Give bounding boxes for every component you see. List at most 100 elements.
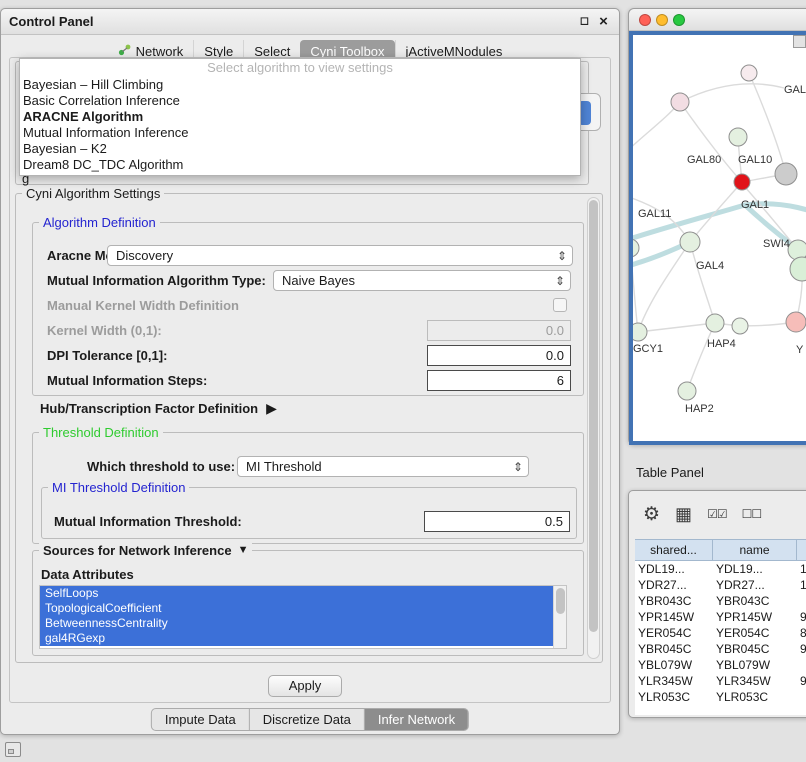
attribute-list-scrollbar-thumb[interactable] — [556, 588, 565, 614]
kernel-width-label: Kernel Width (0,1): — [47, 323, 162, 338]
apply-button[interactable]: Apply — [268, 675, 342, 697]
graph-node-label: GAL4 — [696, 260, 724, 272]
table-cell: YBR045C — [713, 641, 797, 657]
canvas-scroll-box[interactable] — [793, 35, 806, 48]
graph-node[interactable] — [729, 128, 747, 146]
table-cell — [797, 689, 806, 705]
table-row[interactable]: YLR053CYLR053C — [635, 689, 806, 705]
table-row[interactable]: YBR045CYBR045C9. — [635, 641, 806, 657]
sources-collapse-arrow-icon: ▼ — [238, 543, 249, 558]
close-window-icon[interactable]: × — [595, 13, 612, 30]
graph-node[interactable] — [734, 174, 750, 190]
network-canvas[interactable]: GALGAL80GAL10GAL11GAL1SWI4GAL4GCY1HAP4HA… — [633, 35, 806, 441]
table-cell: 9. — [797, 609, 806, 625]
which-threshold-label: Which threshold to use: — [87, 459, 235, 474]
which-threshold-select[interactable]: MI Threshold ⇕ — [237, 456, 529, 477]
mi-type-label: Mutual Information Algorithm Type: — [47, 273, 266, 288]
algorithm-option[interactable]: Bayesian – Hill Climbing — [20, 77, 580, 93]
table-row[interactable]: YLR345WYLR345W9. — [635, 673, 806, 689]
settings-scrollbar-thumb[interactable] — [589, 200, 598, 632]
table-row[interactable]: YDL19...YDL19...13 — [635, 561, 806, 577]
cyni-algorithm-settings-group: Cyni Algorithm Settings Algorithm Defini… — [15, 193, 603, 663]
bottom-tab-impute-data[interactable]: Impute Data — [152, 709, 250, 730]
mi-threshold-input[interactable]: 0.5 — [424, 511, 570, 532]
zoom-traffic-button[interactable] — [673, 14, 685, 26]
table-row[interactable]: YBR043CYBR043C — [635, 593, 806, 609]
algorithm-definition-group: Algorithm Definition Aracne Mode: Discov… — [32, 222, 584, 396]
columns-icon[interactable]: ▦ — [675, 504, 692, 525]
table-cell: YDR27... — [713, 577, 797, 593]
graph-node[interactable] — [680, 232, 700, 252]
table-row[interactable]: YPR145WYPR145W9. — [635, 609, 806, 625]
combo-arrows-icon: ⇕ — [557, 249, 567, 263]
algorithm-option-selected[interactable]: ARACNE Algorithm — [20, 109, 580, 125]
graph-node[interactable] — [790, 257, 806, 281]
table-cell: YDL19... — [713, 561, 797, 577]
table-header: shared... name — [635, 539, 806, 561]
attribute-list-scrollbar[interactable] — [553, 586, 566, 648]
graph-node[interactable] — [678, 382, 696, 400]
column-header[interactable]: name — [713, 540, 797, 560]
table-row[interactable]: YDR27...YDR27...12 — [635, 577, 806, 593]
algorithm-option[interactable]: Mutual Information Inference — [20, 125, 580, 141]
deselect-all-icon[interactable]: ☐☐ — [742, 507, 762, 521]
minimized-panel-icon[interactable] — [5, 742, 21, 757]
table-cell: 8. — [797, 625, 806, 641]
table-toolbar: ⚙ ▦ ☑☑ ☐☐ — [643, 499, 761, 529]
bottom-tab-infer-network[interactable]: Infer Network — [365, 709, 468, 730]
sources-toggle[interactable]: Sources for Network Inference ▼ — [39, 543, 252, 558]
mi-steps-input[interactable]: 6 — [427, 370, 571, 391]
bottom-tab-discretize-data[interactable]: Discretize Data — [250, 709, 365, 730]
aracne-mode-select[interactable]: Discovery ⇕ — [107, 245, 573, 266]
table-cell: 9. — [797, 673, 806, 689]
table-cell — [797, 593, 806, 609]
combo-value: Naive Bayes — [282, 273, 355, 288]
algorithm-option[interactable]: Dream8 DC_TDC Algorithm — [20, 157, 580, 173]
attribute-item[interactable]: TopologicalCoefficient — [40, 601, 553, 616]
graph-node[interactable] — [732, 318, 748, 334]
control-panel-titlebar: Control Panel ◻ × — [1, 9, 619, 35]
graph-node[interactable] — [786, 312, 806, 332]
algorithm-option[interactable]: Basic Correlation Inference — [20, 93, 580, 109]
network-view-window: GALGAL80GAL10GAL11GAL1SWI4GAL4GCY1HAP4HA… — [628, 8, 806, 445]
table-row[interactable]: YBL079WYBL079W — [635, 657, 806, 673]
manual-kernel-checkbox[interactable] — [553, 298, 567, 312]
column-header[interactable]: shared... — [635, 540, 713, 560]
table-cell: YER054C — [635, 625, 713, 641]
table-cell: 9. — [797, 641, 806, 657]
table-cell — [797, 657, 806, 673]
kernel-width-input[interactable]: 0.0 — [427, 320, 571, 341]
algorithm-option[interactable]: Bayesian – K2 — [20, 141, 580, 157]
mi-threshold-group: MI Threshold Definition Mutual Informati… — [41, 487, 577, 539]
dpi-tolerance-label: DPI Tolerance [0,1]: — [47, 348, 167, 363]
minimize-traffic-button[interactable] — [656, 14, 668, 26]
graph-node[interactable] — [775, 163, 797, 185]
combo-arrows-icon: ⇕ — [555, 274, 565, 288]
dpi-tolerance-input[interactable]: 0.0 — [427, 345, 571, 366]
attribute-item[interactable]: BetweennessCentrality — [40, 616, 553, 631]
network-titlebar — [629, 9, 806, 31]
float-window-icon[interactable]: ◻ — [576, 13, 593, 30]
gear-icon[interactable]: ⚙ — [643, 503, 660, 526]
column-header[interactable] — [797, 540, 806, 560]
table-cell: YBR045C — [635, 641, 713, 657]
mi-type-select[interactable]: Naive Bayes ⇕ — [273, 270, 571, 291]
attribute-item[interactable]: SelfLoops — [40, 586, 553, 601]
table-row[interactable]: YER054CYER054C8. — [635, 625, 806, 641]
minimized-panel-inner — [8, 749, 14, 754]
attribute-item[interactable]: gal4RGexp — [40, 631, 553, 646]
hub-section-toggle[interactable]: Hub/Transcription Factor Definition ▶ — [40, 400, 277, 417]
settings-scrollbar[interactable] — [587, 197, 600, 659]
table-cell: YBR043C — [635, 593, 713, 609]
graph-node-label: SWI4 — [763, 238, 790, 250]
table-cell: YBR043C — [713, 593, 797, 609]
graph-node[interactable] — [671, 93, 689, 111]
graph-node[interactable] — [741, 65, 757, 81]
select-all-icon[interactable]: ☑☑ — [707, 507, 727, 521]
graph-node-label: GCY1 — [633, 343, 663, 355]
graph-node[interactable] — [633, 323, 647, 341]
graph-node[interactable] — [706, 314, 724, 332]
graph-node[interactable] — [633, 239, 639, 257]
table-cell: YLR345W — [635, 673, 713, 689]
close-traffic-button[interactable] — [639, 14, 651, 26]
